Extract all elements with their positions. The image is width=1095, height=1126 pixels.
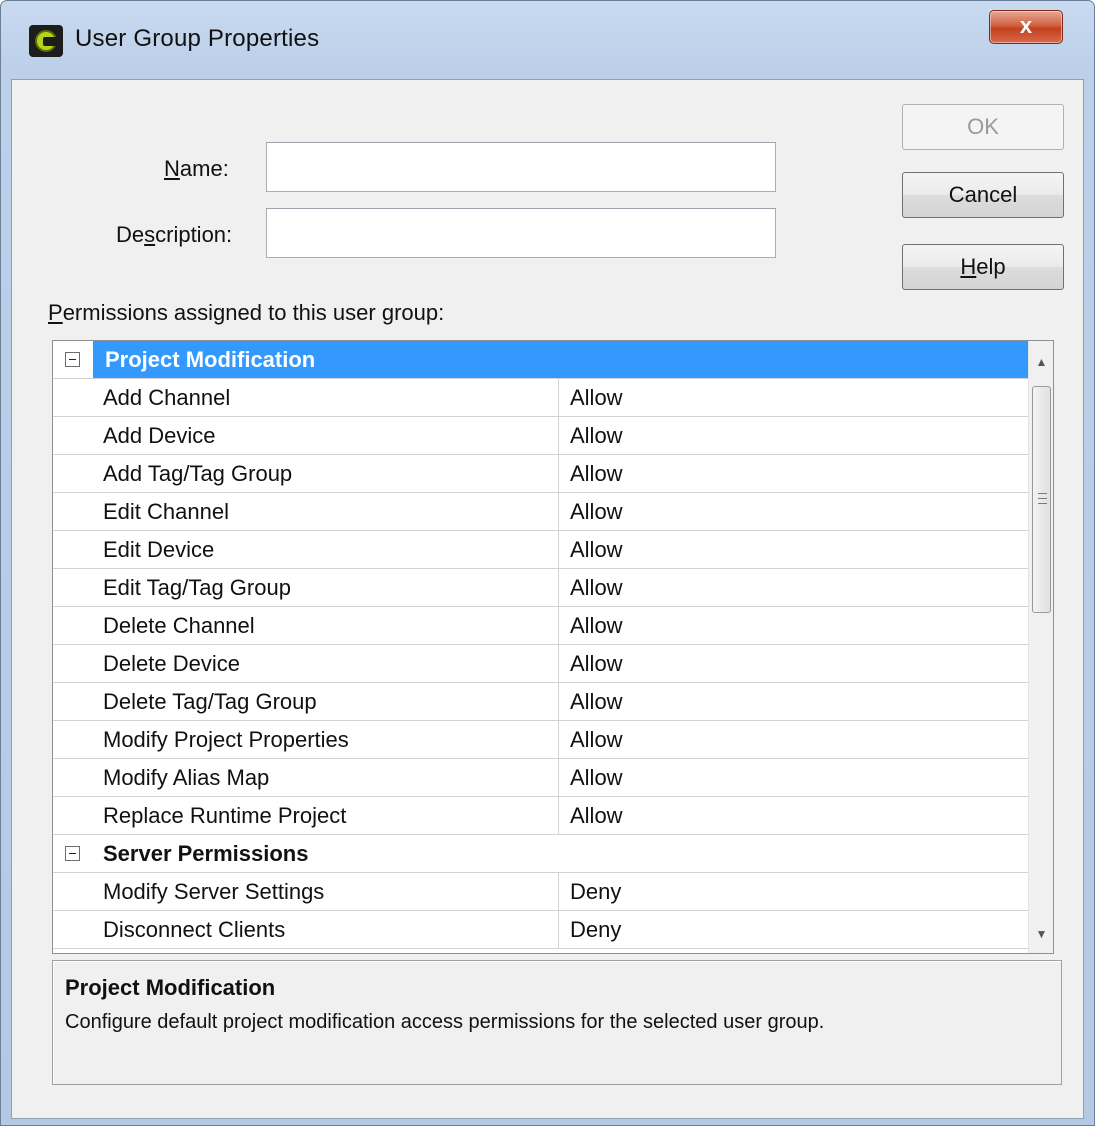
scroll-down-arrow-icon[interactable]: ▼ (1029, 917, 1053, 951)
column-divider (558, 759, 559, 797)
permission-row[interactable]: Delete Channel Allow (53, 607, 1028, 645)
permission-name: Add Tag/Tag Group (103, 461, 293, 486)
column-divider (558, 379, 559, 417)
permission-row[interactable]: Edit Channel Allow (53, 493, 1028, 531)
permission-name: Modify Server Settings (103, 879, 325, 904)
permission-value[interactable]: Allow (570, 765, 623, 791)
scroll-thumb[interactable] (1032, 386, 1051, 613)
permission-name: Modify Alias Map (103, 765, 270, 790)
description-field[interactable] (266, 208, 776, 258)
column-divider (558, 683, 559, 721)
permission-value[interactable]: Allow (570, 385, 623, 411)
permission-name: Delete Channel (103, 613, 255, 638)
permissions-label: Permissions assigned to this user group: (48, 300, 445, 325)
collapse-icon[interactable] (65, 352, 80, 367)
permission-value[interactable]: Allow (570, 613, 623, 639)
category-label: Project Modification (105, 347, 316, 372)
permission-name: Add Device (103, 423, 216, 448)
name-label: Name: (164, 156, 229, 181)
permission-name: Delete Tag/Tag Group (103, 689, 317, 714)
category-row-project-modification[interactable]: Project Modification (53, 341, 1028, 379)
permission-row[interactable]: Delete Device Allow (53, 645, 1028, 683)
column-divider (558, 873, 559, 911)
permission-value[interactable]: Allow (570, 651, 623, 677)
description-panel: Project Modification Configure default p… (52, 960, 1062, 1085)
grip-icon (1038, 493, 1047, 504)
permission-row[interactable]: Delete Tag/Tag Group Allow (53, 683, 1028, 721)
app-icon (29, 25, 63, 57)
description-label: Description: (116, 222, 233, 247)
column-divider (558, 493, 559, 531)
permission-value[interactable]: Allow (570, 537, 623, 563)
permission-row[interactable]: Modify Project Properties Allow (53, 721, 1028, 759)
column-divider (558, 721, 559, 759)
category-row-server-permissions[interactable]: Server Permissions (53, 835, 1028, 873)
ok-button[interactable]: OK (902, 104, 1064, 150)
permission-name: Replace Runtime Project (103, 803, 347, 828)
permission-name: Edit Tag/Tag Group (103, 575, 291, 600)
name-field[interactable] (266, 142, 776, 192)
column-divider (558, 645, 559, 683)
window-title: User Group Properties (75, 25, 320, 52)
column-divider (558, 455, 559, 493)
column-divider (558, 911, 559, 949)
permission-row[interactable]: Edit Tag/Tag Group Allow (53, 569, 1028, 607)
permission-row[interactable]: Add Tag/Tag Group Allow (53, 455, 1028, 493)
permission-name: Edit Device (103, 537, 215, 562)
permission-name: Disconnect Clients (103, 917, 286, 942)
vertical-scrollbar[interactable]: ▲ ▼ (1028, 341, 1053, 953)
help-button[interactable]: Help (902, 244, 1064, 290)
description-text: Configure default project modification a… (65, 1011, 825, 1033)
permission-row[interactable]: Add Device Allow (53, 417, 1028, 455)
permission-row[interactable]: Add Channel Allow (53, 379, 1028, 417)
column-divider (558, 797, 559, 835)
category-label: Server Permissions (103, 841, 309, 866)
description-title: Project Modification (65, 975, 276, 1000)
title-bar[interactable]: User Group Properties x (1, 1, 1094, 79)
permission-value[interactable]: Allow (570, 499, 623, 525)
permission-row[interactable]: Replace Runtime Project Allow (53, 797, 1028, 835)
column-divider (558, 607, 559, 645)
permission-row[interactable]: Modify Alias Map Allow (53, 759, 1028, 797)
permission-value[interactable]: Allow (570, 575, 623, 601)
permission-value[interactable]: Allow (570, 689, 623, 715)
dialog-window: User Group Properties x Name: Descriptio… (0, 0, 1095, 1126)
permission-name: Modify Project Properties (103, 727, 349, 752)
column-divider (558, 531, 559, 569)
scroll-up-arrow-icon[interactable]: ▲ (1029, 345, 1053, 379)
permission-value[interactable]: Allow (570, 727, 623, 753)
permission-value[interactable]: Deny (570, 917, 621, 943)
permission-value[interactable]: Allow (570, 461, 623, 487)
permission-name: Edit Channel (103, 499, 229, 524)
permission-row[interactable]: Modify Server Settings Deny (53, 873, 1028, 911)
permission-value[interactable]: Deny (570, 879, 621, 905)
permission-value[interactable]: Allow (570, 803, 623, 829)
permission-row[interactable]: Edit Device Allow (53, 531, 1028, 569)
permission-name: Delete Device (103, 651, 240, 676)
close-button[interactable]: x (989, 10, 1063, 44)
cancel-button[interactable]: Cancel (902, 172, 1064, 218)
collapse-icon[interactable] (65, 846, 80, 861)
column-divider (558, 417, 559, 455)
column-divider (558, 569, 559, 607)
dialog-body: Name: Description: OK Cancel Help Permis… (11, 79, 1084, 1119)
permissions-grid[interactable]: Project Modification Add Channel Allow Ad… (52, 340, 1054, 954)
permission-row[interactable]: Disconnect Clients Deny (53, 911, 1028, 949)
permission-name: Add Channel (103, 385, 231, 410)
permission-value[interactable]: Allow (570, 423, 623, 449)
